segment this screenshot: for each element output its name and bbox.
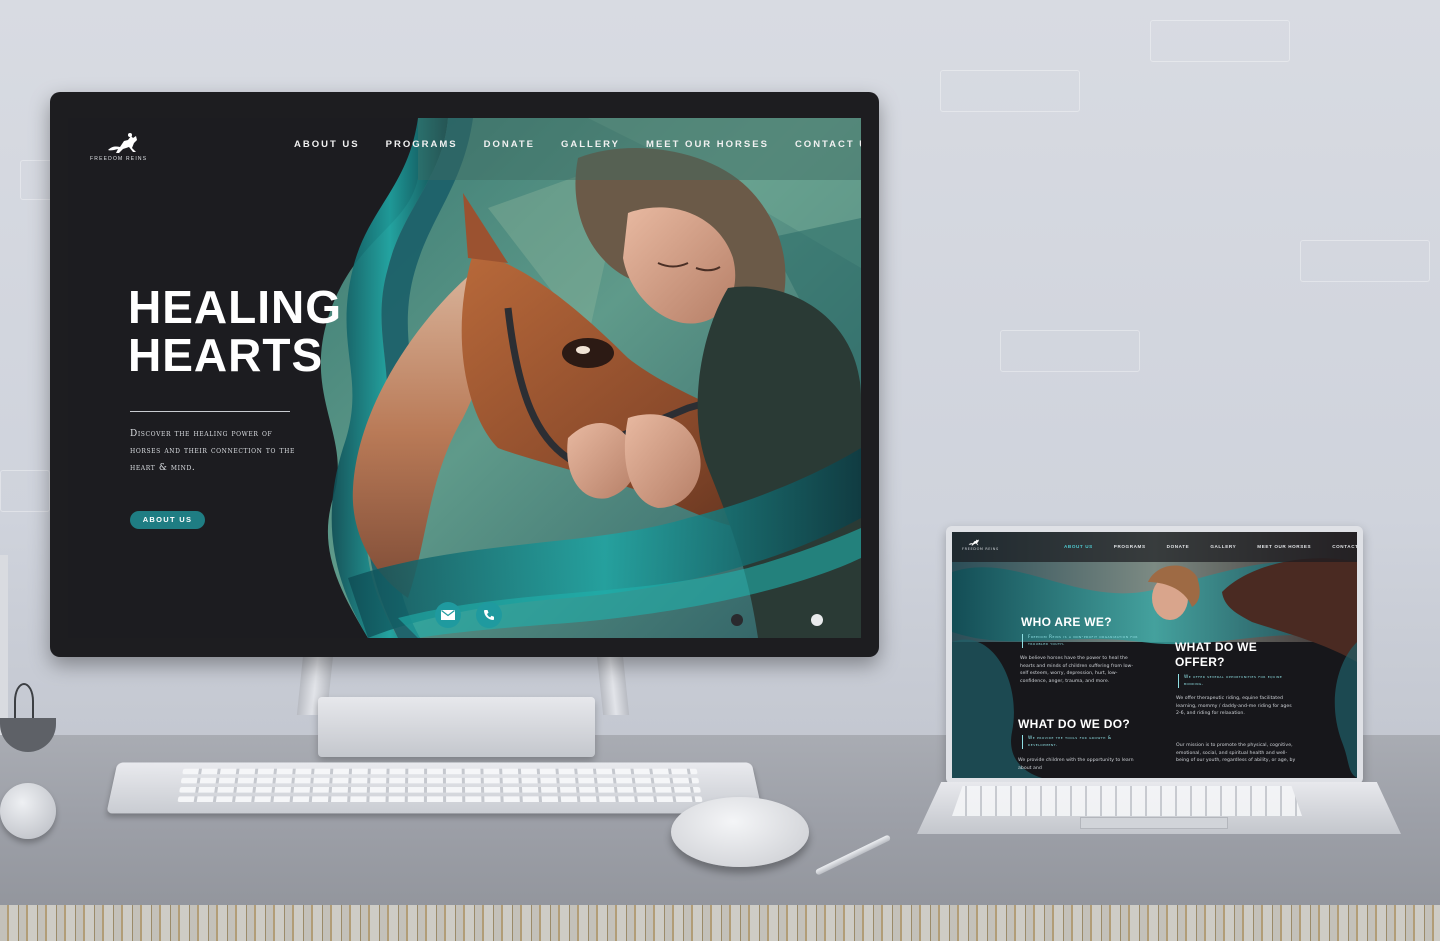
laptop-brand-logo[interactable]: FREEDOM REINS [962,538,999,551]
hero-divider [130,411,290,412]
laptop-nav-donate[interactable]: DONATE [1167,544,1190,549]
wall-brick [1000,330,1140,372]
what-do-we-do-heading: WHAT DO WE DO? [1018,717,1130,732]
nav-about-us[interactable]: ABOUT US [294,139,360,150]
laptop-keyboard [952,786,1302,816]
what-do-we-offer-heading: WHAT DO WE OFFER? [1175,640,1257,670]
plant-stem [14,683,34,719]
offer-heading-line-1: WHAT DO WE [1175,640,1257,655]
nav-meet-our-horses[interactable]: MEET OUR HORSES [646,139,769,150]
laptop-nav-gallery[interactable]: GALLERY [1210,544,1236,549]
speaker [0,783,56,839]
what-do-we-offer-body: We offer therapeutic riding, equine faci… [1176,695,1294,718]
laptop-touchpad [1080,817,1228,829]
who-are-we-tagline: Freedom Reins is a non-profit organizati… [1022,634,1142,648]
about-us-button[interactable]: ABOUT US [130,511,205,529]
horse-rider-logo-icon [106,132,146,154]
offer-heading-line-2: OFFER? [1175,655,1257,670]
who-are-we-heading: WHO ARE WE? [1021,615,1112,630]
what-do-we-do-tagline: We provide the tools for growth & develo… [1022,735,1142,749]
email-button[interactable] [435,602,461,628]
nav-donate[interactable]: DONATE [484,139,535,150]
who-are-we-body: We believe horses have the power to heal… [1020,655,1138,685]
nav-gallery[interactable]: GALLERY [561,139,620,150]
laptop-nav-programs[interactable]: PROGRAMS [1114,544,1146,549]
nav-programs[interactable]: PROGRAMS [386,139,458,150]
desktop-monitor: FREEDOM REINS ABOUT US PROGRAMS DONATE G… [50,92,879,657]
slider-dot-2[interactable] [811,614,823,626]
hero-description: Discover the healing power of horses and… [130,426,305,477]
keyboard [106,762,762,813]
laptop-website: FREEDOM REINS ABOUT US PROGRAMS DONATE G… [952,532,1357,778]
laptop-nav-contact-us[interactable]: CONTACT US [1332,544,1357,549]
laptop: FREEDOM REINS ABOUT US PROGRAMS DONATE G… [946,526,1363,784]
hero-title-line-1: HEALING [128,283,388,331]
mouse [671,797,809,867]
hero-title-line-2: HEARTS [128,331,388,379]
phone-icon [483,609,495,621]
brand-logo[interactable]: FREEDOM REINS [90,132,170,162]
horse-rider-logo-icon [968,538,982,546]
wall-brick [0,470,50,512]
hero-title: HEALING HEARTS [128,283,388,379]
desktop-website: FREEDOM REINS ABOUT US PROGRAMS DONATE G… [68,118,861,638]
mail-icon [441,610,455,620]
monitor-stand-arm [597,655,629,715]
monitor-base [318,697,595,757]
main-nav: ABOUT US PROGRAMS DONATE GALLERY MEET OU… [294,139,861,150]
laptop-nav: ABOUT US PROGRAMS DONATE GALLERY MEET OU… [1064,544,1357,549]
wall-brick [1300,240,1430,282]
what-do-we-offer-tagline: We offer several opportunities for equin… [1178,674,1298,688]
laptop-nav-about-us[interactable]: ABOUT US [1064,544,1093,549]
what-do-we-do-body: We provide children with the opportunity… [1018,757,1136,772]
phone-button[interactable] [476,602,502,628]
desk-edge [0,905,1440,941]
laptop-nav-meet-our-horses[interactable]: MEET OUR HORSES [1257,544,1311,549]
laptop-brand-name: FREEDOM REINS [962,547,999,551]
wall-brick [940,70,1080,112]
slider-dot-1[interactable] [731,614,743,626]
nav-contact-us[interactable]: CONTACT US [795,139,861,150]
brand-name: FREEDOM REINS [90,156,170,162]
wall-brick [1150,20,1290,62]
mission-body: Our mission is to promote the physical, … [1176,742,1298,765]
